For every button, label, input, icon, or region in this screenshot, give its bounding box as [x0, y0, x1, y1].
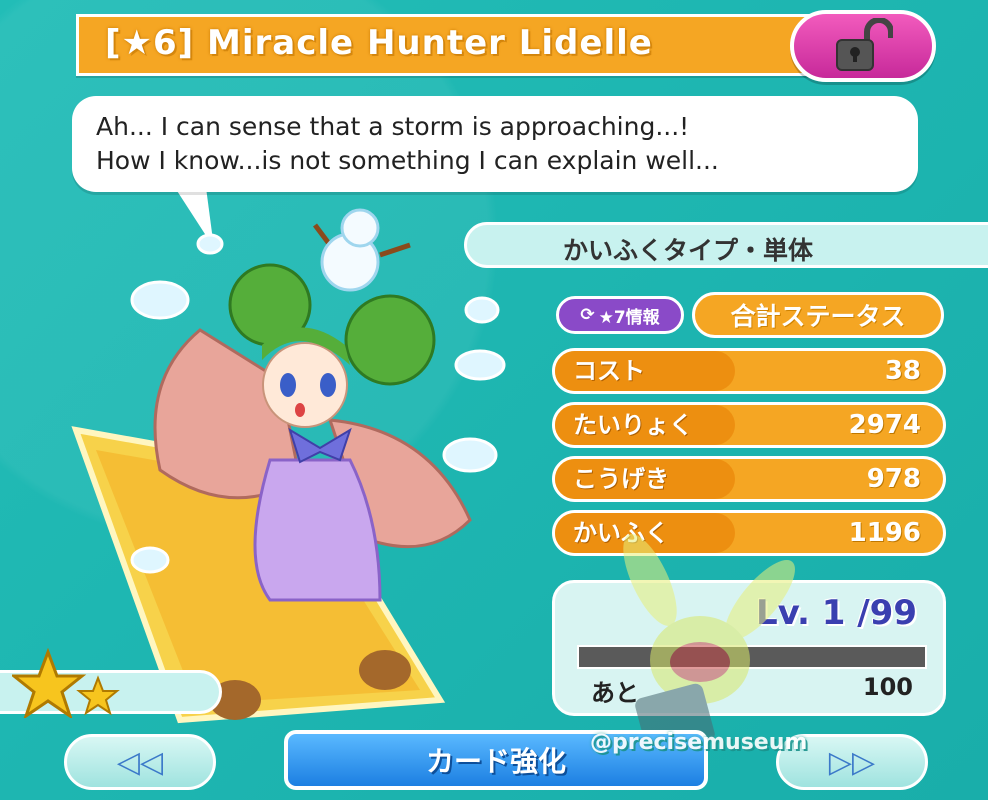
speech-line-2: How I know...is not something I can expl… [96, 146, 719, 175]
speech-line-1: Ah... I can sense that a storm is approa… [96, 112, 690, 141]
stat-row-hp: たいりょく 2974 [552, 402, 946, 448]
star7-info-label: ★7情報 [598, 307, 660, 328]
stat-label: こうげき [555, 459, 735, 499]
stat-value: 1196 [848, 518, 921, 548]
stat-row-recovery: かいふく 1196 [552, 510, 946, 556]
watermark: @precisemuseum [590, 730, 808, 755]
stat-label: たいりょく [555, 405, 735, 445]
star-icon [12, 648, 87, 718]
stat-value: 978 [866, 464, 921, 494]
card-title-bar: [★6] Miracle Hunter Lidelle [76, 14, 816, 76]
card-type-banner: かいふくタイプ・単体 [464, 222, 988, 268]
exp-bar [577, 645, 927, 669]
stat-value: 2974 [848, 410, 921, 440]
exp-remaining-value: 100 [862, 673, 913, 701]
double-left-arrow-icon: ◁◁ [116, 744, 164, 780]
total-status-label: 合計ステータス [730, 302, 906, 331]
stat-label: コスト [555, 351, 735, 391]
swap-icon: ⟳ [580, 305, 595, 325]
prev-card-button[interactable]: ◁◁ [64, 734, 216, 790]
stat-row-cost: コスト 38 [552, 348, 946, 394]
level-panel: Lv. 1 /99 あと 100 [552, 580, 946, 716]
card-title: [★6] Miracle Hunter Lidelle [105, 23, 653, 63]
card-type-label: かいふくタイプ・単体 [563, 236, 814, 265]
card-enhance-label: カード強化 [425, 745, 566, 778]
level-text: Lv. 1 /99 [755, 593, 917, 633]
exp-remaining-label: あと [591, 679, 639, 707]
star-icon [76, 675, 120, 716]
speech-bubble: Ah... I can sense that a storm is approa… [72, 96, 918, 192]
stat-value: 38 [884, 356, 921, 386]
lock-button[interactable] [790, 10, 936, 82]
total-status-button[interactable]: 合計ステータス [692, 292, 944, 338]
double-right-arrow-icon: ▷▷ [828, 744, 876, 780]
star7-info-button[interactable]: ⟳ ★7情報 [556, 296, 684, 334]
stat-row-attack: こうげき 978 [552, 456, 946, 502]
stat-label: かいふく [555, 513, 735, 553]
unlocked-padlock-icon [836, 18, 893, 71]
rarity-stars [12, 648, 120, 718]
